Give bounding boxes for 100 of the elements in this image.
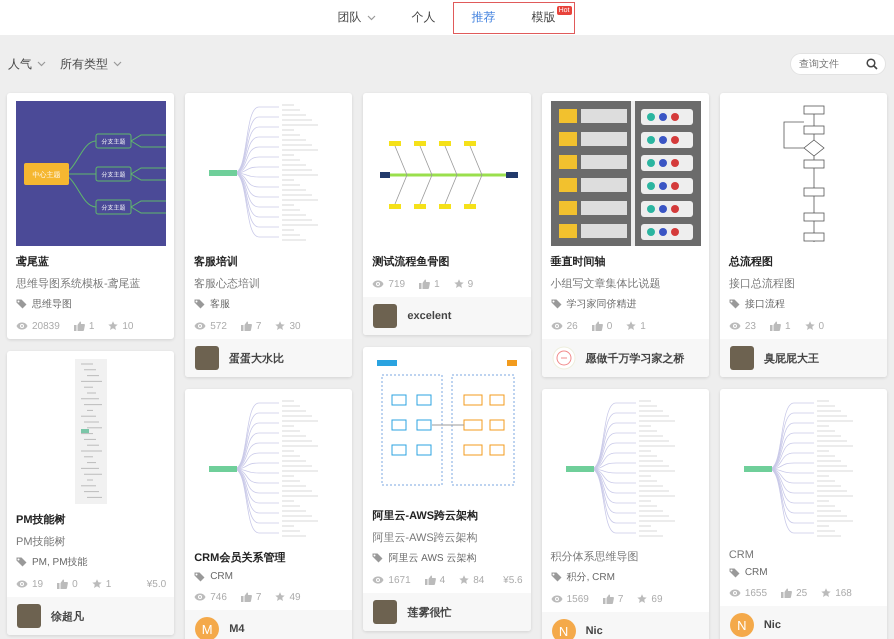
- favorite-count: 1: [106, 578, 112, 590]
- letter-avatar: M: [195, 617, 220, 639]
- like-count: 7: [256, 592, 262, 602]
- card-title: 鸢尾蓝: [16, 254, 50, 269]
- thumbs-up-icon: [419, 279, 430, 289]
- eye-icon: [728, 589, 741, 597]
- author-name[interactable]: 蛋蛋大水比: [229, 350, 284, 366]
- like-count: 25: [796, 588, 808, 598]
- tag-text: 思维导图: [32, 298, 72, 311]
- template-card[interactable]: 客服培训 客服心态培训 客服 572 7 30 蛋蛋大水比: [185, 93, 352, 377]
- thumbs-up-icon: [770, 321, 781, 331]
- favorite-count: 9: [468, 278, 474, 290]
- tag-icon: [194, 299, 206, 309]
- thumbs-up-icon: [602, 594, 614, 604]
- eye-icon: [372, 576, 384, 584]
- card-description: 积分体系思维导图: [550, 550, 640, 564]
- like-count: 7: [256, 320, 262, 332]
- nav-tab[interactable]: 团队: [320, 2, 394, 32]
- avatar-photo-placeholder: [195, 346, 220, 370]
- star-icon: [637, 594, 648, 604]
- thumbs-up-icon: [57, 579, 68, 589]
- template-card[interactable]: CRM会员关系管理 CRM 746 7 49 M M4: [185, 389, 352, 639]
- template-card[interactable]: 总流程图 接口总流程图 接口流程 23 1 0 臭屁屁大王: [720, 93, 888, 377]
- like-count: 0: [72, 578, 78, 590]
- avatar-photo-placeholder: [17, 604, 41, 628]
- star-icon: [108, 321, 118, 331]
- template-card[interactable]: 积分体系思维导图 积分, CRM 1569 7 69 N Nic: [542, 389, 709, 639]
- view-count: 572: [210, 320, 227, 332]
- favorite-count: 168: [835, 588, 852, 598]
- template-card[interactable]: 垂直时间轴 小组写文章集体比说题 学习家同侪精进 26 0 1 愿做千万学习家之桥: [542, 93, 709, 377]
- view-count: 1569: [566, 594, 589, 604]
- thumbs-up-icon: [781, 588, 792, 598]
- nav-tab[interactable]: 个人: [394, 2, 454, 32]
- star-icon: [275, 321, 286, 331]
- avatar-icon: [552, 346, 576, 370]
- card-title: 测试流程鱼骨图: [372, 254, 450, 269]
- favorite-count: 69: [651, 594, 663, 604]
- card-description: 客服心态培训: [194, 276, 262, 291]
- eye-icon: [372, 280, 384, 288]
- view-count: 746: [210, 592, 227, 602]
- card-title: CRM会员关系管理: [194, 550, 286, 565]
- template-card[interactable]: 测试流程鱼骨图 719 1 9 excelent: [363, 93, 531, 335]
- star-icon: [92, 579, 102, 589]
- caret-icon: [366, 14, 376, 20]
- card-description: PM技能树: [16, 535, 66, 549]
- template-card[interactable]: 阿里云-AWS跨云架构 阿里云-AWS跨云架构 阿里云 AWS 云架构 1671 4 84 ¥5.6 莲雾很忙: [363, 347, 531, 631]
- tag-text: CRM: [744, 567, 768, 578]
- like-count: 1: [784, 320, 790, 332]
- caret-icon: [113, 61, 122, 67]
- search-field[interactable]: 查询文件: [790, 53, 886, 75]
- view-count: 719: [388, 278, 406, 290]
- eye-icon: [16, 580, 28, 588]
- favorite-count: 84: [473, 574, 484, 586]
- author-name[interactable]: Nic: [764, 619, 781, 631]
- eye-icon: [550, 595, 563, 603]
- card-description: 思维导图系统模板-鸢尾蓝: [16, 276, 142, 291]
- tag-icon: [16, 299, 27, 309]
- tag-icon: [194, 572, 206, 582]
- card-title: 阿里云-AWS跨云架构: [372, 508, 480, 523]
- author-name[interactable]: 莲雾很忙: [407, 604, 452, 620]
- author-name[interactable]: M4: [229, 623, 244, 635]
- filter-dropdown[interactable]: 人气: [8, 56, 46, 72]
- tag-icon: [16, 557, 27, 567]
- favorite-count: 49: [289, 592, 301, 602]
- author-name[interactable]: 臭屁屁大王: [764, 350, 819, 366]
- thumbs-up-icon: [240, 321, 252, 331]
- favorite-count: 30: [289, 320, 301, 332]
- card-title: 垂直时间轴: [550, 254, 607, 269]
- eye-icon: [16, 322, 28, 330]
- favorite-count: 1: [640, 320, 646, 332]
- card-title: 客服培训: [194, 254, 240, 269]
- author-name[interactable]: Nic: [586, 625, 603, 637]
- author-name[interactable]: 愿做千万学习家之桥: [586, 350, 685, 366]
- tag-icon: [550, 299, 562, 309]
- price: ¥5.6: [503, 574, 523, 586]
- letter-avatar: N: [730, 613, 754, 637]
- tag-text: PM, PM技能: [32, 556, 88, 569]
- star-icon: [459, 575, 470, 585]
- nav-tab[interactable]: 推荐: [454, 2, 514, 32]
- template-card[interactable]: CRM CRM 1655 25 168 N Nic: [720, 389, 888, 639]
- template-card[interactable]: PM技能树 PM技能树 PM, PM技能 19 0 1 ¥5.0 徐超凡: [7, 351, 174, 635]
- tag-icon: [372, 553, 384, 563]
- eye-icon: [194, 593, 206, 601]
- like-count: 4: [440, 574, 446, 586]
- favorite-count: 10: [122, 320, 134, 332]
- favorite-count: 0: [818, 320, 824, 332]
- like-count: 0: [606, 320, 612, 332]
- tag-text: CRM: [210, 571, 233, 582]
- filter-dropdown[interactable]: 所有类型: [60, 56, 122, 72]
- author-name[interactable]: excelent: [407, 310, 452, 322]
- card-title: 总流程图: [728, 254, 774, 269]
- star-icon: [821, 588, 832, 598]
- star-icon: [804, 321, 814, 331]
- star-icon: [275, 592, 286, 602]
- eye-icon: [550, 322, 563, 330]
- like-count: 1: [434, 278, 440, 290]
- author-name[interactable]: 徐超凡: [51, 608, 84, 624]
- thumbs-up-icon: [592, 321, 603, 331]
- card-description: 接口总流程图: [728, 276, 796, 291]
- tag-text: 客服: [210, 298, 230, 311]
